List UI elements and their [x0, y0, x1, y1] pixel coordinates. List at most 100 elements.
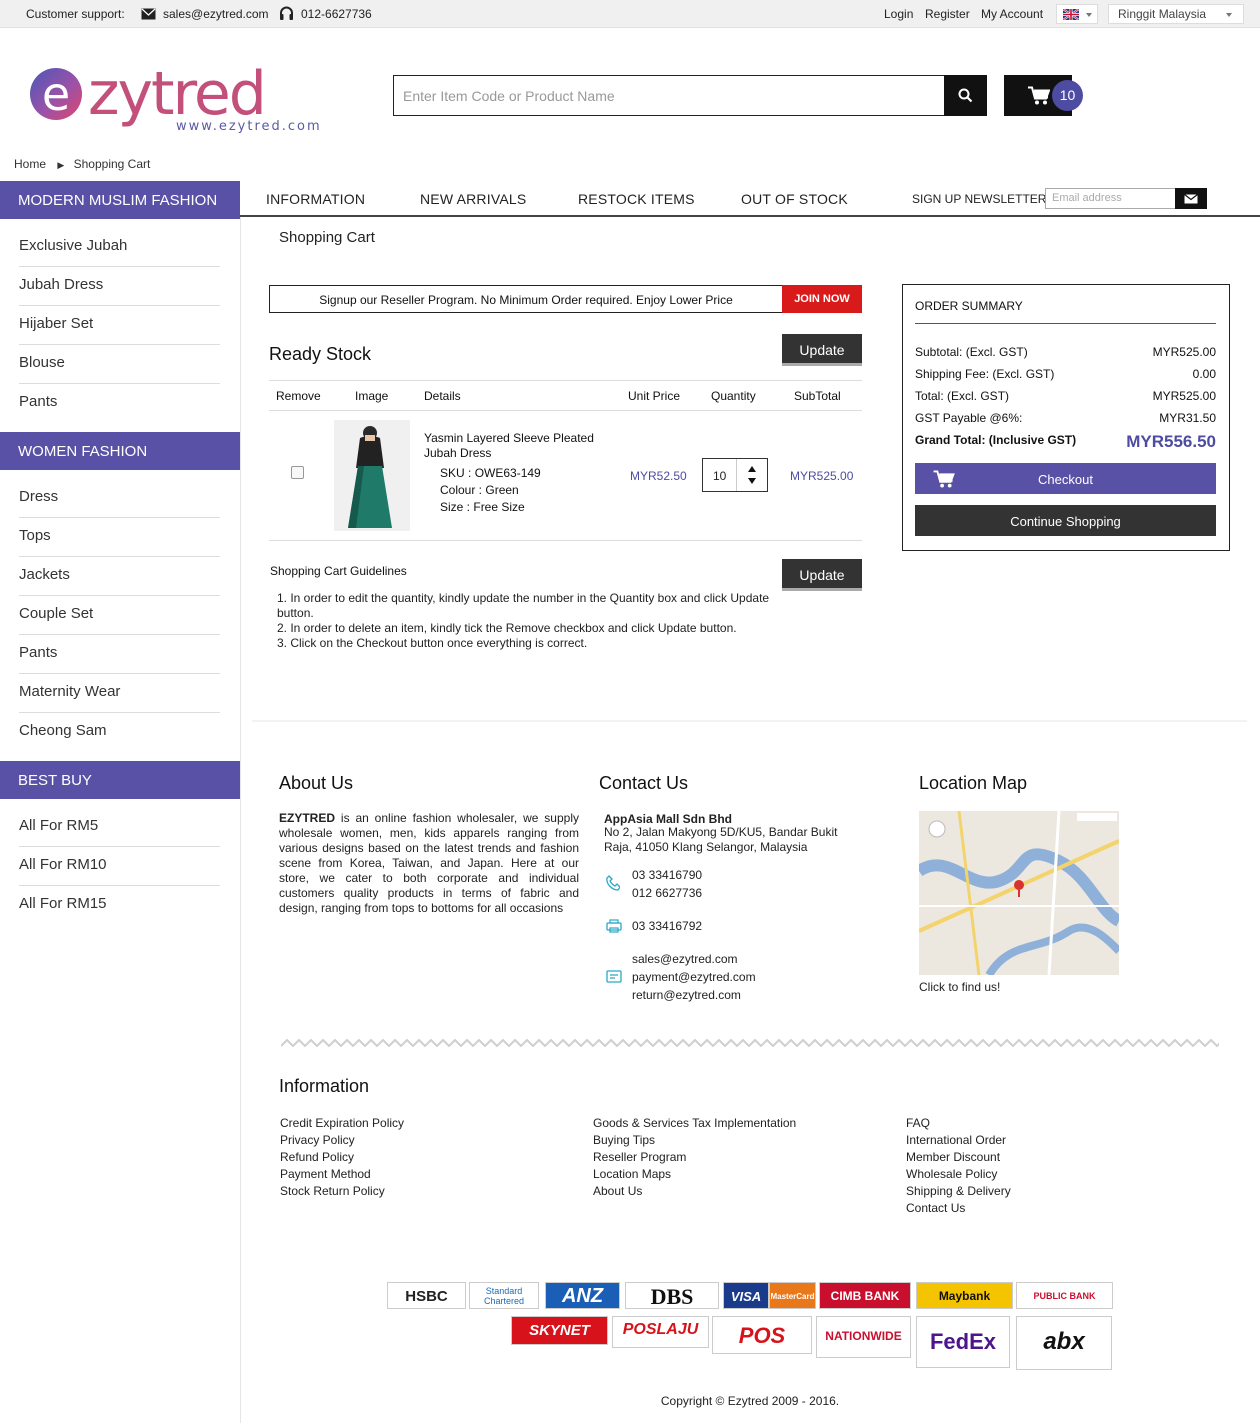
info-link[interactable]: Refund Policy	[280, 1149, 404, 1166]
cart-count-badge: 10	[1052, 80, 1083, 111]
chevron-down-icon	[1226, 13, 1232, 17]
currency-value: Ringgit Malaysia	[1118, 7, 1207, 21]
search-icon	[958, 88, 973, 106]
continue-shopping-button[interactable]: Continue Shopping	[915, 505, 1216, 536]
update-button-top[interactable]: Update	[782, 334, 862, 366]
info-column-1: Credit Expiration Policy Privacy Policy …	[280, 1115, 404, 1200]
search-input[interactable]: Enter Item Code or Product Name	[393, 75, 945, 116]
newsletter-label: SIGN UP NEWSLETTER	[912, 192, 1047, 206]
sidebar-item-blouse[interactable]: Blouse	[19, 345, 220, 384]
map-caption[interactable]: Click to find us!	[919, 980, 1000, 994]
sidebar-item-exclusive-jubah[interactable]: Exclusive Jubah	[19, 228, 220, 267]
info-link[interactable]: Wholesale Policy	[906, 1166, 1011, 1183]
fax-icon	[606, 919, 622, 936]
support-phone: 012-6627736	[301, 7, 372, 21]
sidebar-item-rm5[interactable]: All For RM5	[19, 808, 220, 847]
info-link[interactable]: Member Discount	[906, 1149, 1011, 1166]
info-link[interactable]: Privacy Policy	[280, 1132, 404, 1149]
email-payment[interactable]: payment@ezytred.com	[632, 968, 756, 986]
col-quantity: Quantity	[711, 389, 756, 403]
skynet-logo: SKYNET	[511, 1316, 608, 1345]
register-link[interactable]: Register	[925, 7, 970, 21]
email-sales[interactable]: sales@ezytred.com	[632, 950, 738, 968]
currency-selector[interactable]: Ringgit Malaysia	[1108, 4, 1244, 24]
remove-checkbox[interactable]	[291, 466, 304, 479]
dbs-logo: DBS	[625, 1282, 719, 1309]
sidebar-item-jubah-dress[interactable]: Jubah Dress	[19, 267, 220, 306]
checkout-button[interactable]: Checkout	[915, 463, 1216, 494]
guidelines-list: 1. In order to edit the quantity, kindly…	[277, 591, 782, 651]
unit-price: MYR52.50	[630, 469, 687, 483]
info-link[interactable]: Goods & Services Tax Implementation	[593, 1115, 796, 1132]
login-link[interactable]: Login	[884, 7, 913, 21]
support-label: Customer support:	[26, 7, 125, 21]
quantity-value[interactable]: 10	[713, 469, 726, 483]
sidebar-heading-best-buy: BEST BUY	[0, 761, 240, 799]
quantity-stepper[interactable]: 10	[702, 458, 768, 492]
guideline-item: 2. In order to delete an item, kindly ti…	[277, 621, 737, 635]
nav-new-arrivals[interactable]: NEW ARRIVALS	[420, 191, 526, 207]
sidebar-item-dress[interactable]: Dress	[19, 479, 220, 518]
sidebar-item-cheong-sam[interactable]: Cheong Sam	[19, 713, 220, 752]
email-icon	[606, 970, 622, 986]
info-link[interactable]: Shipping & Delivery	[906, 1183, 1011, 1200]
newsletter-email-input[interactable]: Email address	[1045, 188, 1176, 209]
breadcrumb-home[interactable]: Home	[14, 157, 46, 171]
sidebar-item-rm10[interactable]: All For RM10	[19, 847, 220, 886]
breadcrumb: Home ▶ Shopping Cart	[14, 157, 150, 171]
nav-out-of-stock[interactable]: OUT OF STOCK	[741, 191, 848, 207]
info-link[interactable]: Contact Us	[906, 1200, 1011, 1217]
info-link[interactable]: Buying Tips	[593, 1132, 796, 1149]
about-text: EZYTRED is an online fashion wholesaler,…	[279, 811, 579, 915]
update-button-bottom[interactable]: Update	[782, 559, 862, 591]
sidebar-item-maternity-wear[interactable]: Maternity Wear	[19, 674, 220, 713]
map-title: Location Map	[919, 773, 1028, 793]
info-link[interactable]: International Order	[906, 1132, 1011, 1149]
info-link[interactable]: Stock Return Policy	[280, 1183, 404, 1200]
poslaju-logo: POSLAJU	[612, 1316, 709, 1348]
hsbc-logo: HSBC	[387, 1282, 466, 1309]
join-now-button[interactable]: JOIN NOW	[782, 285, 862, 313]
language-selector[interactable]	[1056, 4, 1098, 24]
sidebar-heading-women-fashion: WOMEN FASHION	[0, 432, 240, 470]
order-summary-title: ORDER SUMMARY	[915, 299, 1023, 313]
visa-logo: VISA	[723, 1282, 769, 1309]
info-column-2: Goods & Services Tax Implementation Buyi…	[593, 1115, 796, 1200]
info-link[interactable]: Location Maps	[593, 1166, 796, 1183]
site-logo[interactable]: e zytred www.ezytred.com	[28, 52, 340, 136]
info-link[interactable]: About Us	[593, 1183, 796, 1200]
product-name[interactable]: Yasmin Layered Sleeve Pleated Jubah Dres…	[424, 431, 594, 461]
info-link[interactable]: Payment Method	[280, 1166, 404, 1183]
nav-restock-items[interactable]: RESTOCK ITEMS	[578, 191, 695, 207]
sidebar-item-tops[interactable]: Tops	[19, 518, 220, 557]
sidebar-item-jackets[interactable]: Jackets	[19, 557, 220, 596]
product-sku: SKU : OWE63-149	[440, 466, 541, 480]
product-colour: Colour : Green	[440, 483, 519, 497]
location-map[interactable]	[919, 811, 1119, 975]
pos-malaysia-logo: POS	[712, 1316, 812, 1354]
search-button[interactable]	[944, 75, 987, 116]
fax-number: 03 33416792	[632, 919, 703, 933]
sidebar-item-pants[interactable]: Pants	[19, 635, 220, 674]
svg-text:e: e	[42, 67, 70, 121]
about-title: About Us	[279, 773, 354, 793]
email-return[interactable]: return@ezytred.com	[632, 986, 741, 1004]
sidebar-item-couple-set[interactable]: Couple Set	[19, 596, 220, 635]
sidebar-item-pants[interactable]: Pants	[19, 384, 220, 423]
sidebar-item-rm15[interactable]: All For RM15	[19, 886, 220, 925]
support-email[interactable]: sales@ezytred.com	[163, 7, 269, 21]
stepper-arrows-icon[interactable]	[748, 465, 756, 488]
phone-2: 012 6627736	[632, 886, 703, 900]
info-link[interactable]: Reseller Program	[593, 1149, 796, 1166]
logo-url: www.ezytred.com	[176, 119, 322, 134]
product-image[interactable]	[334, 420, 410, 531]
sidebar-item-hijaber-set[interactable]: Hijaber Set	[19, 306, 220, 345]
abx-express-logo: abx	[1016, 1316, 1112, 1370]
nav-information[interactable]: INFORMATION	[266, 191, 365, 207]
my-account-link[interactable]: My Account	[981, 7, 1043, 21]
line-subtotal: MYR525.00	[790, 469, 854, 483]
info-link[interactable]: Credit Expiration Policy	[280, 1115, 404, 1132]
newsletter-submit-button[interactable]	[1175, 188, 1207, 209]
table-header-border	[269, 410, 862, 411]
info-link[interactable]: FAQ	[906, 1115, 1011, 1132]
